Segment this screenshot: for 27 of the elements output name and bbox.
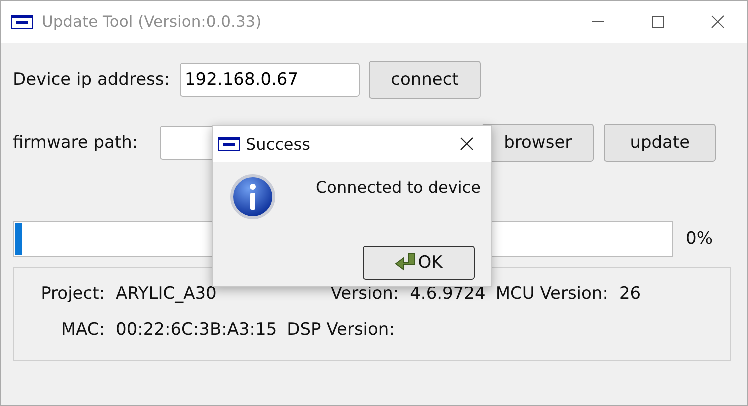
dialog-title: Success [246,134,310,154]
info-label: DSP Version: [287,320,395,342]
info-label: Version: [330,284,400,306]
dialog-message: Connected to device [316,178,481,197]
firmware-label: firmware path: [13,133,138,153]
ok-button[interactable]: OK [363,246,475,280]
app-icon [218,137,240,151]
close-icon[interactable] [459,136,475,152]
info-label: MCU Version: [496,284,608,306]
app-icon [11,15,33,29]
window-title: Update Tool (Version:0.0.33) [42,13,262,31]
maximize-icon[interactable] [651,15,665,29]
info-value: 4.6.9724 [410,284,486,306]
connect-button[interactable]: connect [368,61,481,99]
action-button[interactable]: update [604,124,716,162]
ip-label: Device ip address: [13,70,170,90]
info-label: Project: [40,284,105,306]
info-value: 00:22:6C:3B:A3:15 [116,320,278,342]
action-button[interactable]: browser [482,124,594,162]
info-value: 26 [619,284,642,306]
enter-arrow-icon [395,253,418,273]
ip-field[interactable]: 192.168.0.67 [180,63,360,97]
progress-reading: 0% [686,229,713,249]
close-icon[interactable] [711,15,725,29]
info-label: MAC: [60,320,105,342]
info-icon [230,174,276,220]
info-value: ARYLIC_A30 [116,284,217,306]
